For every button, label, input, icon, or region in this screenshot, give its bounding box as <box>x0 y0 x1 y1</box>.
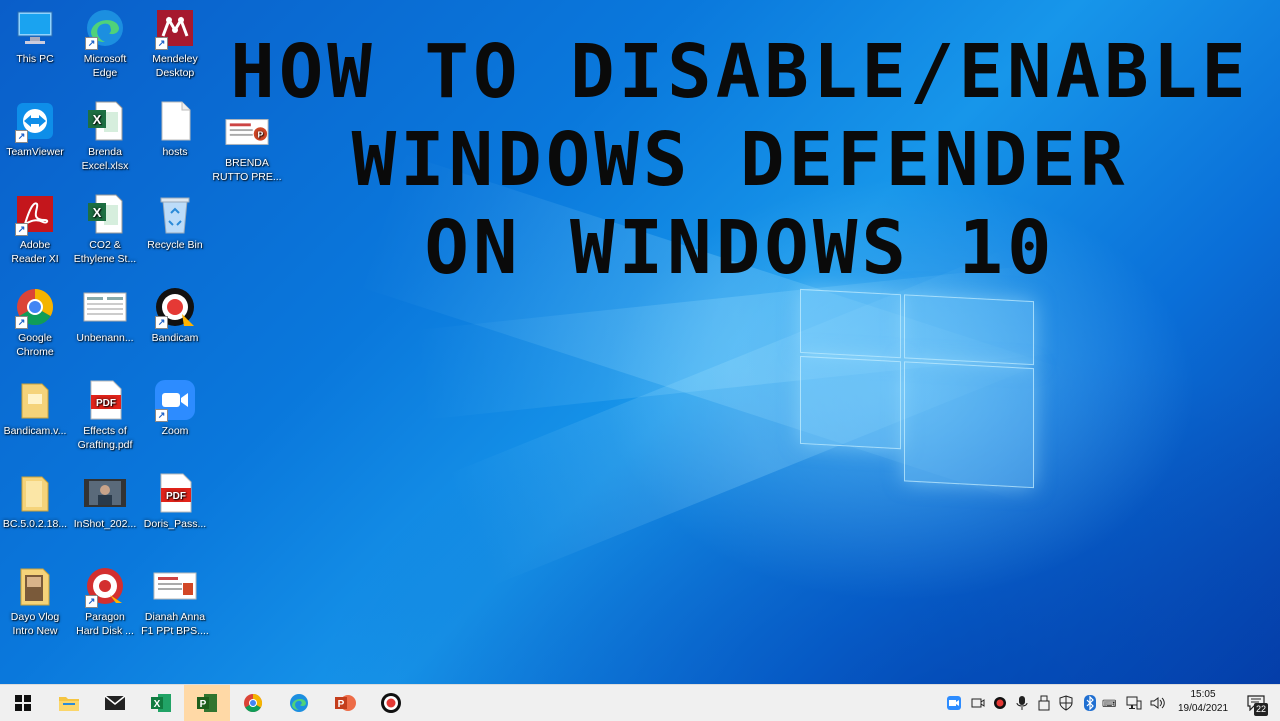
tray-meet-now-icon[interactable] <box>970 695 986 711</box>
windows-logo-wallpaper <box>800 288 1034 489</box>
document-thumbnail-icon <box>83 285 127 329</box>
folder-icon <box>13 471 57 515</box>
windows-icon <box>15 695 31 711</box>
desktop-icon-paragon[interactable]: ↗ Paragon Hard Disk ... <box>68 564 142 638</box>
desktop[interactable]: This PC ↗ TeamViewer ↗ Adobe Reader XI ↗… <box>0 0 1280 684</box>
chrome-icon: ↗ <box>13 285 57 329</box>
chrome-icon <box>244 694 263 713</box>
bandicam-icon <box>381 693 401 713</box>
project-icon: P <box>197 694 217 712</box>
headline-line-1: How to Disable/Enable <box>230 29 1250 115</box>
powerpoint-file-icon <box>153 564 197 608</box>
desktop-icon-mendeley[interactable]: ↗ Mendeley Desktop <box>138 6 212 80</box>
desktop-icon-bc-folder[interactable]: BC.5.0.2.18... <box>0 471 72 531</box>
tray-bluetooth-icon[interactable] <box>1082 695 1098 711</box>
svg-text:X: X <box>93 112 102 127</box>
desktop-icon-doris-pass[interactable]: PDF Doris_Pass... <box>138 471 212 531</box>
desktop-icon-dayo-vlog[interactable]: Dayo Vlog Intro New <box>0 564 72 638</box>
taskbar-file-explorer[interactable] <box>46 685 92 721</box>
taskbar-chrome[interactable] <box>230 685 276 721</box>
teamviewer-icon: ↗ <box>13 99 57 143</box>
pdf-icon: PDF <box>83 378 127 422</box>
taskbar-edge[interactable] <box>276 685 322 721</box>
edge-icon: ↗ <box>83 6 127 50</box>
taskbar-project[interactable]: P <box>184 685 230 721</box>
desktop-icon-zoom[interactable]: ↗ Zoom <box>138 378 212 438</box>
headline-line-3: on Windows 10 <box>424 205 1056 291</box>
desktop-icon-teamviewer[interactable]: ↗ TeamViewer <box>0 99 72 159</box>
desktop-icon-microsoft-edge[interactable]: ↗ Microsoft Edge <box>68 6 142 80</box>
desktop-icon-unbenannt[interactable]: Unbenann... <box>68 285 142 345</box>
desktop-icon-this-pc[interactable]: This PC <box>0 6 72 66</box>
desktop-icon-bandicam-folder[interactable]: Bandicam.v... <box>0 378 72 438</box>
tray-input-icon[interactable]: ⌨ <box>1102 695 1118 711</box>
video-title-overlay: How to Disable/Enable Windows Defender o… <box>205 28 1275 292</box>
pdf-icon: PDF <box>153 471 197 515</box>
desktop-icon-bandicam[interactable]: ↗ Bandicam <box>138 285 212 345</box>
folder-icon <box>59 697 79 711</box>
taskbar-bandicam[interactable] <box>368 685 414 721</box>
notification-count-badge: 22 <box>1254 703 1268 716</box>
excel-file-icon: X <box>83 99 127 143</box>
svg-text:PDF: PDF <box>96 398 116 409</box>
paragon-icon: ↗ <box>83 564 127 608</box>
photo-folder-icon <box>13 564 57 608</box>
tray-record-icon[interactable] <box>992 695 1008 711</box>
desktop-icon-dianah-anna[interactable]: Dianah Anna F1 PPt BPS.... <box>138 564 212 638</box>
blank-file-icon <box>153 99 197 143</box>
tray-network-icon[interactable] <box>1126 695 1142 711</box>
tray-microphone-icon[interactable] <box>1014 695 1030 711</box>
bandicam-icon: ↗ <box>153 285 197 329</box>
mendeley-icon: ↗ <box>153 6 197 50</box>
desktop-icon-adobe-reader[interactable]: ↗ Adobe Reader XI <box>0 192 72 266</box>
svg-text:⌨: ⌨ <box>1102 699 1116 710</box>
desktop-icon-effects-grafting[interactable]: PDF Effects of Grafting.pdf <box>68 378 142 452</box>
start-button[interactable] <box>0 685 46 721</box>
tray-volume-icon[interactable] <box>1150 695 1166 711</box>
desktop-icon-hosts[interactable]: hosts <box>138 99 212 159</box>
taskbar-mail[interactable] <box>92 685 138 721</box>
svg-text:P: P <box>200 699 207 710</box>
desktop-icon-brenda-excel[interactable]: X Brenda Excel.xlsx <box>68 99 142 173</box>
taskbar-clock[interactable]: 15:05 19/04/2021 <box>1172 688 1234 716</box>
taskbar-powerpoint[interactable]: P <box>322 685 368 721</box>
tray-zoom-icon[interactable] <box>946 695 962 711</box>
this-pc-icon <box>13 6 57 50</box>
desktop-icon-inshot[interactable]: InShot_202... <box>68 471 142 531</box>
svg-text:X: X <box>93 205 102 220</box>
recycle-bin-icon <box>153 192 197 236</box>
zoom-icon: ↗ <box>153 378 197 422</box>
desktop-icon-co2-ethylene[interactable]: X CO2 & Ethylene St... <box>68 192 142 266</box>
adobe-reader-icon: ↗ <box>13 192 57 236</box>
video-thumbnail-icon <box>83 471 127 515</box>
headline-line-2: Windows Defender <box>351 117 1129 203</box>
desktop-icon-recycle-bin[interactable]: Recycle Bin <box>138 192 212 252</box>
powerpoint-icon: P <box>335 695 356 711</box>
tray-defender-icon[interactable] <box>1058 695 1074 711</box>
folder-icon <box>13 378 57 422</box>
tray-usb-icon[interactable] <box>1036 695 1052 711</box>
clock-date: 19/04/2021 <box>1177 703 1229 714</box>
taskbar: X P P ⌨ 15:05 19/04/2021 22 <box>0 684 1280 721</box>
svg-text:PDF: PDF <box>166 491 186 502</box>
excel-file-icon: X <box>83 192 127 236</box>
desktop-icon-google-chrome[interactable]: ↗ Google Chrome <box>0 285 72 359</box>
excel-icon: X <box>151 694 171 712</box>
edge-icon <box>290 694 308 712</box>
taskbar-excel[interactable]: X <box>138 685 184 721</box>
clock-time: 15:05 <box>1190 689 1216 700</box>
svg-text:P: P <box>338 699 345 710</box>
mail-icon <box>104 695 126 710</box>
svg-text:X: X <box>154 699 161 710</box>
